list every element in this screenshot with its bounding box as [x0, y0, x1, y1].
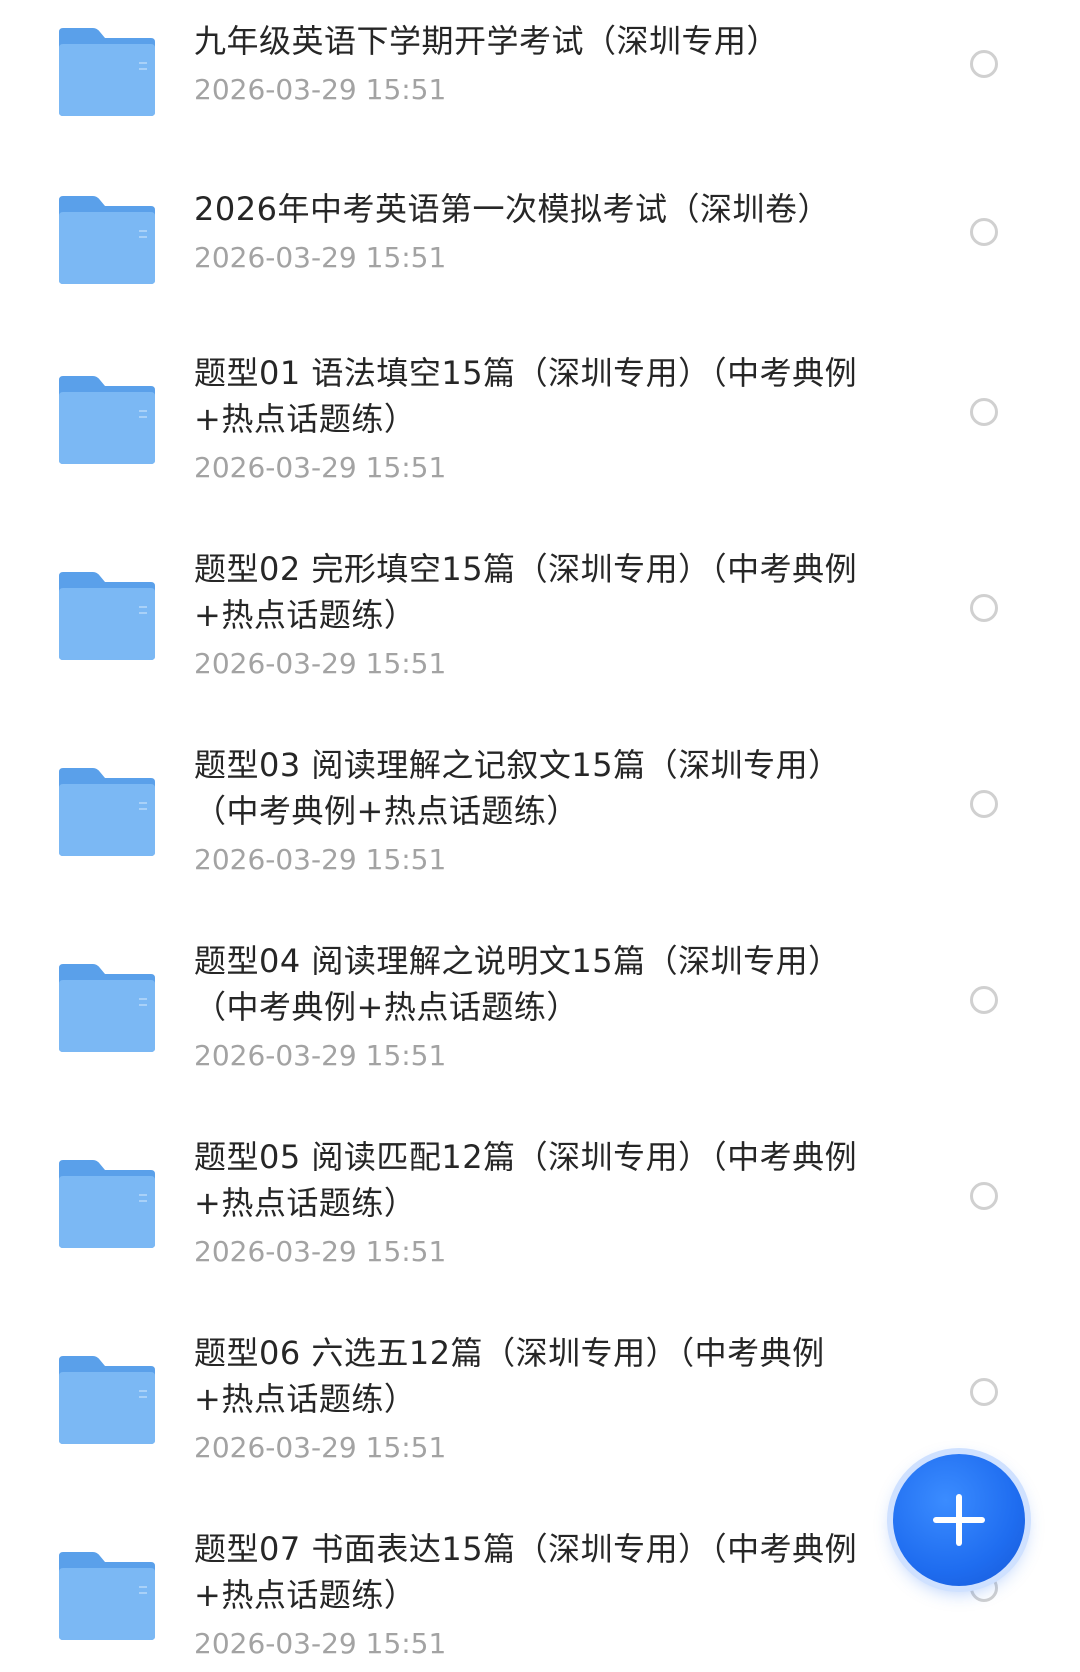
folder-icon — [59, 376, 155, 464]
file-date: 2026-03-29 15:51 — [194, 647, 447, 680]
file-name: 题型01 语法填空15篇（深圳专用）（中考典例+热点话题练） — [194, 354, 858, 438]
folder-icon — [59, 1160, 155, 1248]
file-name: 题型05 阅读匹配12篇（深圳专用）（中考典例+热点话题练） — [194, 1138, 858, 1222]
file-name: 题型06 六选五12篇（深圳专用）（中考典例+热点话题练） — [194, 1334, 825, 1418]
select-radio[interactable] — [970, 790, 998, 818]
file-text: 题型07 书面表达15篇（深圳专用）（中考典例+热点话题练） 2026-03-2… — [194, 1526, 884, 1664]
folder-icon — [59, 1356, 155, 1444]
file-row[interactable]: 题型01 语法填空15篇（深圳专用）（中考典例+热点话题练） 2026-03-2… — [0, 314, 1080, 510]
file-date: 2026-03-29 15:51 — [194, 1431, 447, 1464]
file-date: 2026-03-29 15:51 — [194, 1627, 447, 1660]
file-row[interactable]: 题型06 六选五12篇（深圳专用）（中考典例+热点话题练） 2026-03-29… — [0, 1294, 1080, 1490]
select-radio[interactable] — [970, 1378, 998, 1406]
add-button[interactable] — [893, 1454, 1025, 1586]
folder-icon — [59, 572, 155, 660]
select-radio[interactable] — [970, 398, 998, 426]
file-text: 题型03 阅读理解之记叙文15篇（深圳专用）（中考典例+热点话题练） 2026-… — [194, 742, 884, 880]
file-text: 九年级英语下学期开学考试（深圳专用） 2026-03-29 15:51 — [194, 18, 884, 110]
folder-icon — [59, 196, 155, 284]
file-name: 2026年中考英语第一次模拟考试（深圳卷） — [194, 190, 830, 228]
file-text: 2026年中考英语第一次模拟考试（深圳卷） 2026-03-29 15:51 — [194, 186, 884, 278]
file-text: 题型01 语法填空15篇（深圳专用）（中考典例+热点话题练） 2026-03-2… — [194, 350, 884, 488]
file-text: 题型06 六选五12篇（深圳专用）（中考典例+热点话题练） 2026-03-29… — [194, 1330, 884, 1468]
plus-icon — [933, 1494, 985, 1546]
file-name: 九年级英语下学期开学考试（深圳专用） — [194, 22, 780, 60]
select-radio[interactable] — [970, 50, 998, 78]
folder-icon — [59, 768, 155, 856]
file-text: 题型02 完形填空15篇（深圳专用）（中考典例+热点话题练） 2026-03-2… — [194, 546, 884, 684]
file-date: 2026-03-29 15:51 — [194, 1039, 447, 1072]
folder-icon — [59, 1552, 155, 1640]
file-name: 题型02 完形填空15篇（深圳专用）（中考典例+热点话题练） — [194, 550, 858, 634]
select-radio[interactable] — [970, 1182, 998, 1210]
file-list: 九年级英语下学期开学考试（深圳专用） 2026-03-29 15:51 2026… — [0, 0, 1080, 1672]
file-row[interactable]: 题型03 阅读理解之记叙文15篇（深圳专用）（中考典例+热点话题练） 2026-… — [0, 706, 1080, 902]
file-date: 2026-03-29 15:51 — [194, 451, 447, 484]
file-row[interactable]: 题型04 阅读理解之说明文15篇（深圳专用）（中考典例+热点话题练） 2026-… — [0, 902, 1080, 1098]
file-name: 题型04 阅读理解之说明文15篇（深圳专用）（中考典例+热点话题练） — [194, 942, 841, 1026]
file-name: 题型07 书面表达15篇（深圳专用）（中考典例+热点话题练） — [194, 1530, 858, 1614]
file-date: 2026-03-29 15:51 — [194, 1235, 447, 1268]
file-row[interactable]: 题型05 阅读匹配12篇（深圳专用）（中考典例+热点话题练） 2026-03-2… — [0, 1098, 1080, 1294]
file-date: 2026-03-29 15:51 — [194, 843, 447, 876]
file-row[interactable]: 题型02 完形填空15篇（深圳专用）（中考典例+热点话题练） 2026-03-2… — [0, 510, 1080, 706]
folder-icon — [59, 964, 155, 1052]
file-name: 题型03 阅读理解之记叙文15篇（深圳专用）（中考典例+热点话题练） — [194, 746, 841, 830]
file-row[interactable]: 2026年中考英语第一次模拟考试（深圳卷） 2026-03-29 15:51 — [0, 134, 1080, 330]
select-radio[interactable] — [970, 594, 998, 622]
folder-icon — [59, 28, 155, 116]
file-text: 题型04 阅读理解之说明文15篇（深圳专用）（中考典例+热点话题练） 2026-… — [194, 938, 884, 1076]
select-radio[interactable] — [970, 218, 998, 246]
file-text: 题型05 阅读匹配12篇（深圳专用）（中考典例+热点话题练） 2026-03-2… — [194, 1134, 884, 1272]
file-date: 2026-03-29 15:51 — [194, 73, 447, 106]
select-radio[interactable] — [970, 986, 998, 1014]
file-date: 2026-03-29 15:51 — [194, 241, 447, 274]
